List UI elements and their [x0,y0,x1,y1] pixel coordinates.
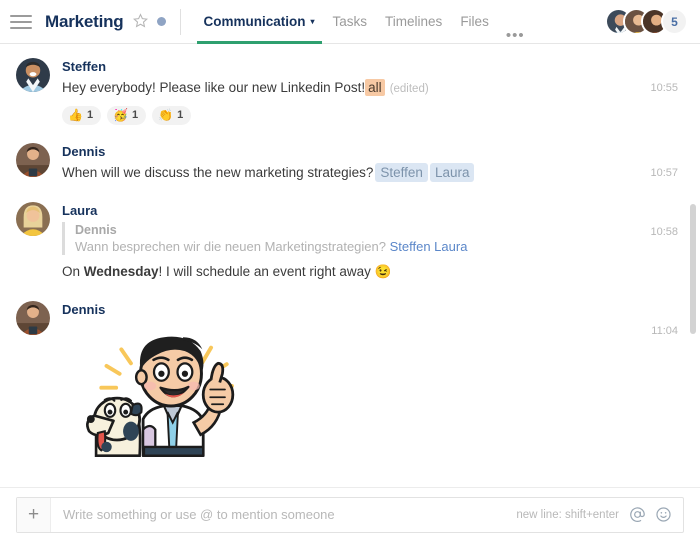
emoji-smiley-icon[interactable] [655,506,672,523]
sticker-message[interactable] [62,325,678,465]
message-composer-bar: + new line: shift+enter [0,487,700,541]
message-content: Dennis When will we discuss the new mark… [62,143,678,182]
winking-face-icon: 😉 [374,264,392,279]
message-author: Dennis [62,144,106,159]
page-title: Marketing [45,11,124,31]
reaction-count: 1 [132,109,139,121]
message-timestamp: 10:58 [650,226,678,238]
mention-at-icon[interactable] [629,506,646,523]
quoted-text-body: Wann besprechen wir die neuen Marketings… [75,239,386,254]
quoted-mentions: Steffen Laura [389,239,468,254]
quoted-message-text: Wann besprechen wir die neuen Marketings… [75,238,678,255]
message-author: Dennis [62,302,106,317]
message-item: Steffen Hey everybody! Please like our n… [0,58,700,125]
thumbs-up-icon: 👍 [68,108,83,122]
reaction-bar: 👍 1 🥳 1 👏 1 [62,106,678,125]
message-timestamp: 10:55 [650,82,678,94]
message-text: When will we discuss the new marketing s… [62,163,678,182]
message-text: Hey everybody! Please like our new Linke… [62,78,678,99]
avatar[interactable] [16,202,50,236]
edited-label: (edited) [389,83,429,95]
reaction-chip[interactable]: 🥳 1 [107,106,147,125]
member-avatars[interactable] [605,8,668,35]
presence-indicator-dot [156,17,166,26]
header-members: 5 [605,8,688,35]
avatar[interactable] [16,58,50,92]
tab-timelines[interactable]: Timelines [376,0,451,44]
message-text: On Wednesday! I will schedule an event r… [62,262,678,281]
tab-tasks-label: Tasks [332,14,368,29]
mention-chip-laura[interactable]: Laura [429,163,475,182]
message-item: Dennis 11:04 [0,301,700,465]
add-attachment-button[interactable]: + [17,497,51,532]
message-content: Steffen Hey everybody! Please like our n… [62,58,678,125]
hamburger-menu-icon[interactable] [10,13,32,31]
scrollbar-thumb[interactable] [690,204,696,334]
message-item: Laura Dennis Wann besprechen wir die neu… [0,202,700,281]
tab-tasks[interactable]: Tasks [324,0,377,44]
clapping-hands-icon: 👏 [158,108,174,122]
tab-bar: Communication ▾ Tasks Timelines Files ••… [195,0,533,44]
header-divider [179,8,181,35]
message-input[interactable] [51,507,517,522]
newline-hint: new line: shift+enter [516,508,619,521]
composer-actions [629,506,683,523]
mention-all-chip[interactable]: all [365,79,385,96]
message-item: Dennis When will we discuss the new mark… [0,143,700,182]
favorite-star-icon[interactable] [132,13,148,30]
message-author: Steffen [62,59,107,74]
app-header: Marketing Communication ▾ Tasks Timeline… [0,0,700,44]
message-content: Laura Dennis Wann besprechen wir die neu… [62,202,678,281]
avatar[interactable] [16,143,50,177]
reply-bold-word: Wednesday [83,264,159,279]
party-face-icon: 🥳 [113,108,129,122]
message-composer[interactable]: + new line: shift+enter [16,496,684,533]
mention-chip-steffen[interactable]: Steffen [375,163,428,182]
tab-timelines-label: Timelines [385,14,443,29]
reply-suffix: ! I will schedule an event right away [158,264,375,279]
message-list: Steffen Hey everybody! Please like our n… [0,44,700,487]
message-text-body: When will we discuss the new marketing s… [62,165,374,180]
tab-files[interactable]: Files [451,0,498,44]
message-timestamp: 11:04 [651,325,678,337]
member-count-badge[interactable]: 5 [661,8,688,35]
reaction-count: 1 [86,109,94,121]
tab-files-label: Files [460,14,489,29]
avatar[interactable] [16,301,50,335]
reaction-chip[interactable]: 👍 1 [62,106,102,125]
message-timestamp: 10:57 [650,167,678,179]
quoted-message-author: Dennis [75,223,117,237]
message-author: Laura [62,203,98,218]
message-content: Dennis [62,301,678,465]
reply-prefix: On [62,264,84,279]
thumbs-up-boy-with-dog-sticker [86,336,235,458]
more-tabs-icon[interactable]: ••• [498,27,533,44]
quoted-message[interactable]: Dennis Wann besprechen wir die neuen Mar… [62,222,678,255]
message-list-scrollbar[interactable] [690,204,696,334]
reaction-count: 1 [177,109,184,121]
tab-communication[interactable]: Communication ▾ [195,0,324,44]
reaction-chip[interactable]: 👏 1 [152,106,192,125]
message-text-body: Hey everybody! Please like our new Linke… [62,80,366,95]
chevron-down-icon[interactable]: ▾ [311,17,315,26]
tab-communication-label: Communication [203,14,306,29]
